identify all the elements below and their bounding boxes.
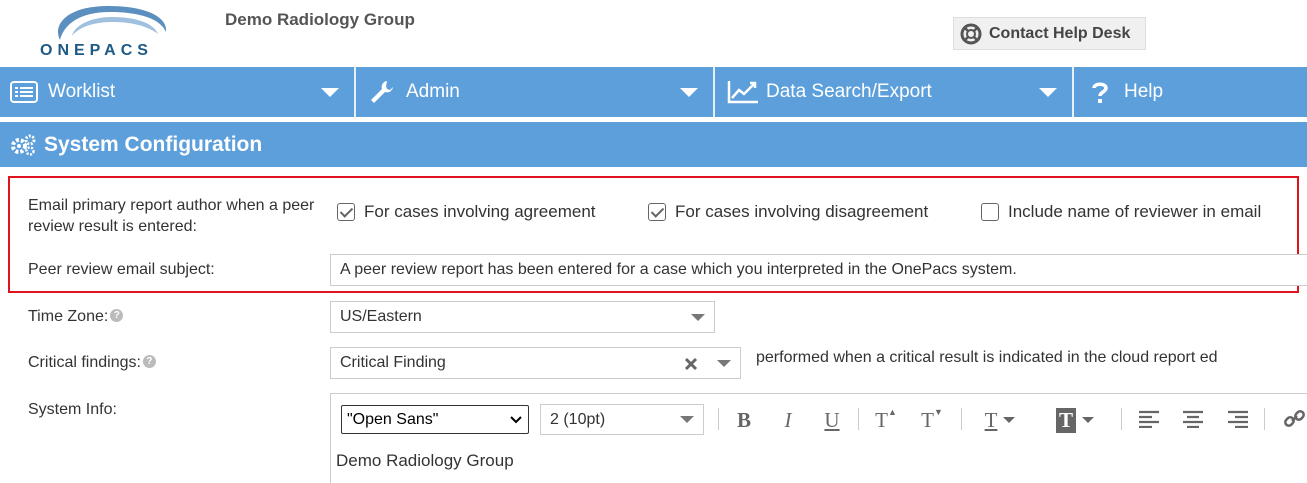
time-zone-label-text: Time Zone: — [28, 308, 109, 325]
background-color-icon[interactable]: T — [1049, 402, 1101, 438]
page-title-bar: System Configuration — [0, 122, 1307, 167]
time-zone-label: Time Zone:? — [28, 308, 124, 326]
nav-help[interactable]: Help — [1090, 67, 1163, 117]
checkbox-unchecked-icon[interactable] — [981, 203, 999, 221]
bold-icon[interactable]: B — [731, 402, 757, 438]
chevron-down-icon — [321, 87, 339, 97]
chevron-down-icon — [717, 360, 731, 367]
peer-review-subject-label: Peer review email subject: — [28, 261, 215, 278]
nav-help-label: Help — [1124, 81, 1164, 102]
checkbox-checked-icon[interactable] — [648, 203, 666, 221]
logo-text: ONEPACS — [40, 42, 153, 59]
time-zone-value: US/Eastern — [340, 308, 422, 325]
nav-divider — [354, 67, 356, 117]
nav-worklist-label: Worklist — [48, 81, 116, 102]
line-chart-icon — [727, 81, 758, 104]
subscript-icon[interactable]: T ▼ — [917, 402, 947, 438]
gears-icon — [11, 134, 36, 156]
disagreement-checkbox[interactable]: For cases involving disagreement — [648, 202, 928, 222]
align-left-icon[interactable] — [1138, 410, 1160, 428]
font-family-select[interactable]: "Open Sans" — [341, 405, 529, 434]
agreement-checkbox[interactable]: For cases involving agreement — [337, 202, 596, 222]
help-tooltip-icon[interactable]: ? — [110, 309, 124, 323]
include-reviewer-checkbox-label: Include name of reviewer in email — [1008, 202, 1262, 221]
critical-findings-select[interactable]: Critical Finding — [330, 347, 741, 379]
chevron-down-icon — [691, 314, 705, 321]
clear-x-icon[interactable] — [684, 357, 698, 371]
text-color-icon[interactable]: T — [974, 402, 1026, 438]
nav-data-search-export-label: Data Search/Export — [766, 81, 932, 102]
chevron-down-icon — [680, 87, 698, 97]
contact-help-desk-button[interactable]: Contact Help Desk — [953, 17, 1146, 50]
lifebuoy-icon — [960, 23, 982, 44]
align-right-icon[interactable] — [1227, 410, 1249, 428]
help-tooltip-icon[interactable]: ? — [142, 355, 156, 369]
disagreement-checkbox-label: For cases involving disagreement — [675, 202, 929, 221]
question-icon — [1092, 82, 1108, 103]
critical-findings-value: Critical Finding — [340, 354, 446, 371]
chevron-down-icon — [680, 416, 694, 423]
onepacs-logo: ONEPACS — [38, 2, 188, 64]
nav-divider — [1072, 67, 1074, 117]
wrench-icon — [371, 81, 393, 103]
underline-icon[interactable]: U — [818, 402, 846, 438]
toolbar-divider — [1121, 408, 1122, 430]
font-size-value: 2 (10pt) — [550, 410, 606, 428]
agreement-checkbox-label: For cases involving agreement — [364, 202, 596, 221]
font-family-value: "Open Sans" — [347, 410, 439, 428]
critical-findings-note: performed when a critical result is indi… — [756, 349, 1218, 366]
chevron-down-icon — [1003, 417, 1016, 423]
superscript-icon[interactable]: T ▲ — [871, 402, 901, 438]
nav-divider — [713, 67, 715, 117]
chevron-down-icon — [1082, 417, 1094, 423]
nav-worklist[interactable]: Worklist — [10, 67, 115, 117]
peer-review-subject-input[interactable]: A peer review report has been entered fo… — [330, 254, 1307, 286]
toolbar-divider — [1264, 408, 1265, 430]
toolbar-divider — [718, 408, 719, 430]
critical-findings-label-text: Critical findings: — [28, 354, 141, 371]
toolbar-divider — [858, 408, 859, 430]
help-desk-label: Contact Help Desk — [989, 24, 1131, 42]
toolbar-divider — [961, 408, 962, 430]
logo-swoosh-icon — [58, 6, 167, 40]
time-zone-select[interactable]: US/Eastern — [330, 301, 715, 333]
worklist-dropdown-caret[interactable] — [307, 67, 353, 117]
chevron-down-icon — [510, 416, 522, 424]
organization-name: Demo Radiology Group — [225, 10, 415, 29]
italic-icon[interactable]: I — [776, 402, 800, 438]
admin-dropdown-caret[interactable] — [666, 67, 712, 117]
main-nav: Worklist Admin Data Search/Export Help — [0, 67, 1307, 117]
system-info-content[interactable]: Demo Radiology Group — [336, 451, 514, 471]
link-icon[interactable] — [1282, 407, 1307, 431]
nav-admin[interactable]: Admin — [369, 67, 460, 117]
align-center-icon[interactable] — [1182, 410, 1204, 428]
nav-data-search-export[interactable]: Data Search/Export — [727, 67, 932, 117]
nav-admin-label: Admin — [406, 81, 460, 102]
checkbox-checked-icon[interactable] — [337, 203, 355, 221]
peer-review-email-label: Email primary report author when a peer … — [28, 197, 315, 235]
page-title: System Configuration — [44, 132, 263, 156]
system-info-label: System Info: — [28, 401, 117, 418]
chevron-down-icon — [1039, 87, 1057, 97]
font-size-select[interactable]: 2 (10pt) — [540, 404, 704, 435]
include-reviewer-checkbox[interactable]: Include name of reviewer in email — [981, 202, 1261, 222]
data-search-dropdown-caret[interactable] — [1025, 67, 1071, 117]
peer-review-subject-value: A peer review report has been entered fo… — [340, 261, 1017, 278]
list-icon — [10, 81, 38, 103]
critical-findings-label: Critical findings:? — [28, 354, 156, 372]
